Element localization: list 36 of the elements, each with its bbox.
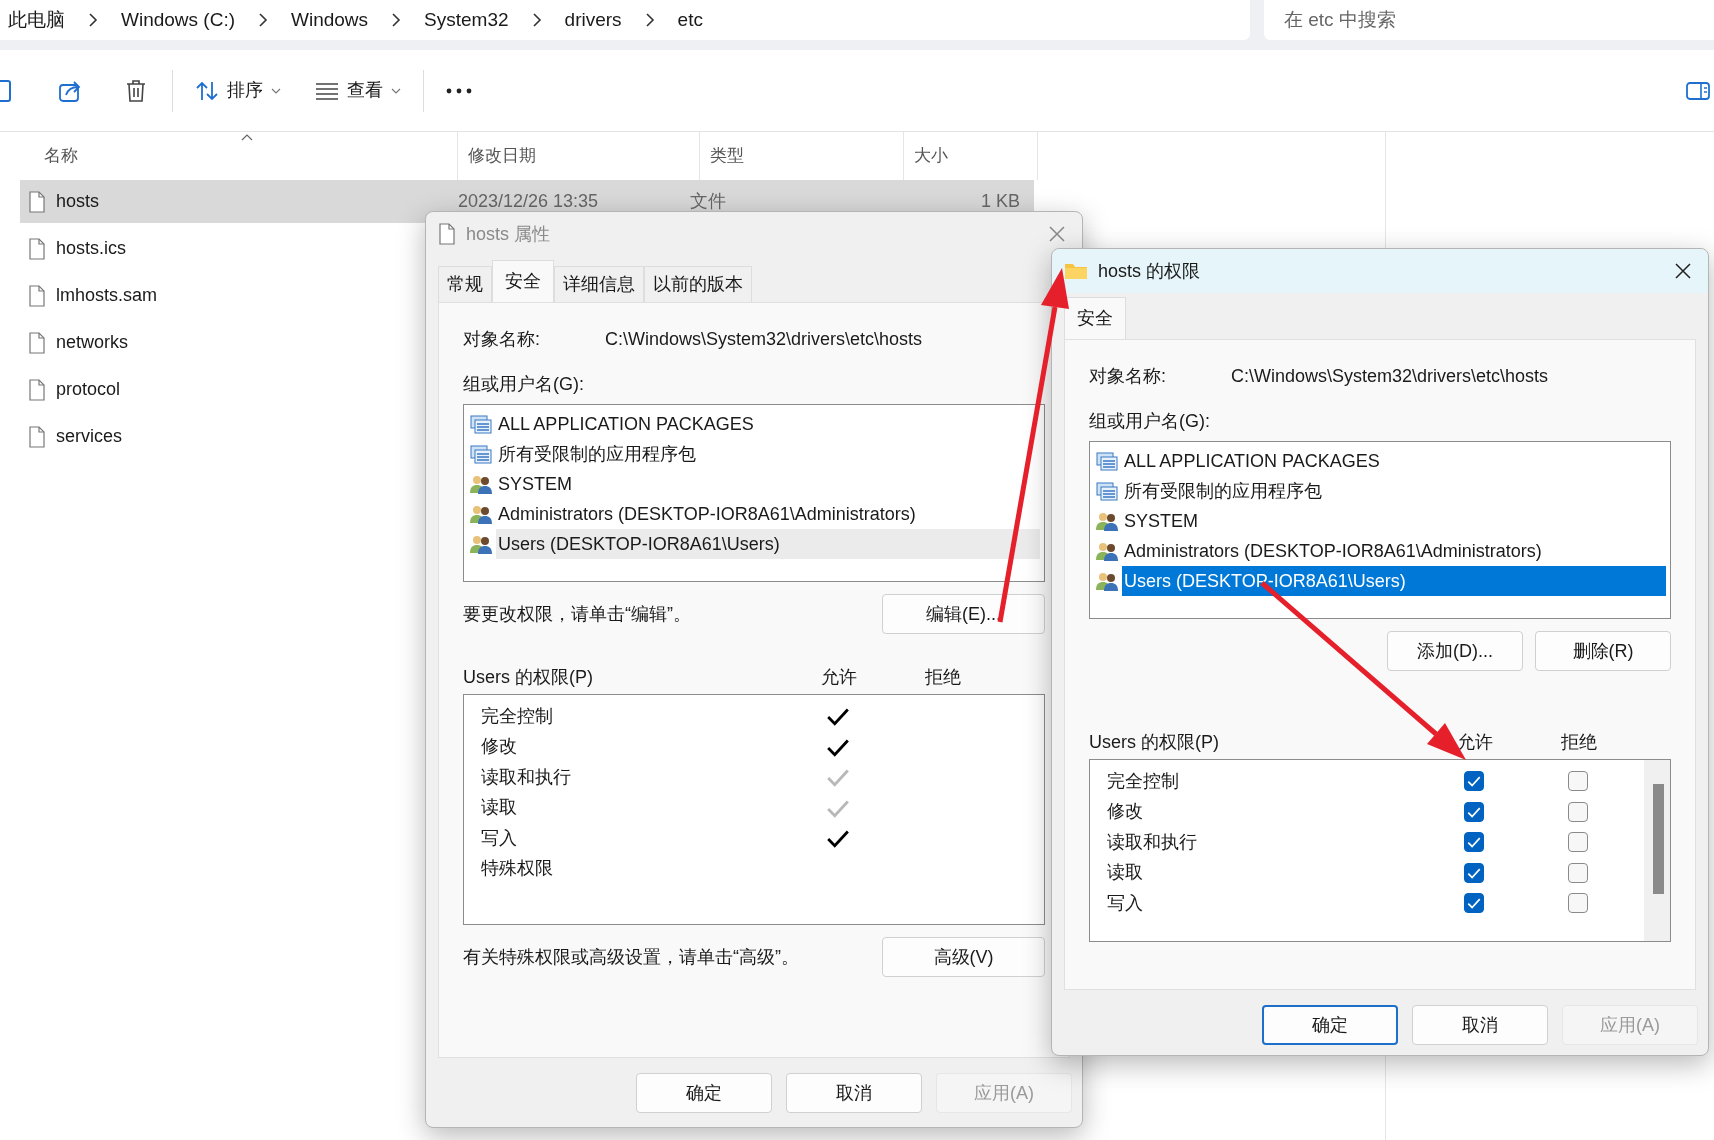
permission-name: 修改: [481, 735, 518, 759]
file-name: lmhosts.sam: [56, 284, 158, 307]
permission-name: 特殊权限: [481, 857, 554, 881]
window-title: hosts 属性: [466, 222, 552, 246]
permission-name: 写入: [1107, 891, 1144, 915]
permission-name: 完全控制: [1107, 769, 1180, 793]
column-header: 允许: [820, 665, 858, 689]
object-name: C:\Windows\System32\drivers\etc\hosts: [605, 327, 924, 351]
permission-name: 完全控制: [481, 704, 554, 728]
edit-hint: 要更改权限，请单击“编辑”。: [463, 602, 691, 626]
size-cell-text: 1 KB: [979, 190, 1020, 213]
object-label: 对象名称:: [463, 327, 540, 351]
date-cell-text: 2023/12/26 13:35: [458, 190, 600, 213]
column-header: 拒绝: [1560, 730, 1598, 754]
permission-name: 读取和执行: [1107, 830, 1198, 854]
column-header: 拒绝: [924, 665, 962, 689]
permissions-label: Users 的权限(P): [463, 665, 594, 689]
file-name: services: [56, 425, 122, 448]
groups-label: 组或用户名(G):: [463, 373, 585, 396]
permissions-label: Users 的权限(P): [1089, 730, 1220, 754]
object-name: C:\Windows\System32\drivers\etc\hosts: [1231, 364, 1550, 388]
permission-name: 写入: [481, 826, 518, 850]
permission-name: 读取和执行: [481, 765, 572, 789]
file-name: protocol: [56, 378, 121, 401]
type-cell-text: 文件: [690, 190, 727, 213]
groups-label: 组或用户名(G):: [1089, 410, 1211, 433]
file-name: networks: [56, 331, 129, 354]
advanced-hint: 有关特殊权限或高级设置，请单击“高级”。: [463, 945, 799, 969]
window-title: hosts 的权限: [1098, 259, 1202, 283]
file-name: hosts.ics: [56, 237, 127, 260]
object-label: 对象名称:: [1089, 364, 1166, 388]
permission-name: 读取: [481, 796, 518, 820]
permission-name: 修改: [1107, 800, 1144, 824]
permission-name: 读取: [1107, 861, 1144, 885]
column-header: 允许: [1456, 730, 1494, 754]
file-name: hosts: [56, 190, 100, 213]
